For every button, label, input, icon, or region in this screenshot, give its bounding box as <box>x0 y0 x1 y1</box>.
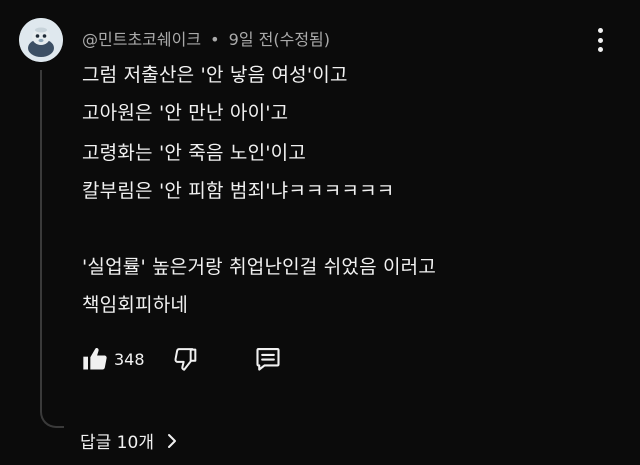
like-count: 348 <box>114 349 145 369</box>
more-vert-icon[interactable] <box>589 26 611 54</box>
comment-text-line: '실업률' 높은거랑 취업난인걸 쉬었음 이러고 <box>82 256 437 278</box>
comment-actions: 348 <box>80 342 283 376</box>
dislike-button[interactable] <box>171 344 201 374</box>
thread-line <box>40 70 64 428</box>
reply-button[interactable] <box>253 344 283 374</box>
comment-meta: @민트초코쉐이크 • 9일 전(수정됨) <box>82 26 330 50</box>
comment-text-line: 칼부림은 '안 피함 범죄'냐ㅋㅋㅋㅋㅋㅋ <box>82 180 395 202</box>
thumbs-up-icon <box>83 348 107 370</box>
comment-text-line: 그럼 저출산은 '안 낳음 여성'이고 <box>82 64 348 86</box>
comment-text-line: 고아원은 '안 만난 아이'고 <box>82 102 289 124</box>
comment-text-line: 고령화는 '안 죽음 노인'이고 <box>82 142 307 164</box>
comment-text-line: 책임회피하네 <box>82 294 189 316</box>
view-replies-button[interactable]: 답글 10개 <box>80 428 178 453</box>
chevron-right-icon <box>166 433 178 449</box>
comment-time: 9일 전(수정됨) <box>228 30 331 49</box>
like-button[interactable] <box>80 344 110 374</box>
comment-card: @민트초코쉐이크 • 9일 전(수정됨) 그럼 저출산은 '안 낳음 여성'이고… <box>0 0 640 465</box>
thumbs-down-icon <box>174 348 196 371</box>
replies-label: 답글 10개 <box>80 433 154 453</box>
comment-icon <box>255 348 280 371</box>
author-handle[interactable]: @민트초코쉐이크 <box>82 30 201 49</box>
meta-separator: • <box>210 30 220 49</box>
avatar-image <box>19 18 63 62</box>
avatar[interactable] <box>19 18 63 62</box>
